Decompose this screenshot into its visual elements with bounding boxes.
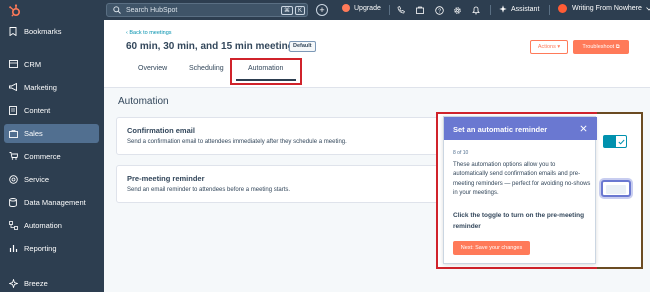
top-navigation-bar: Search HubSpot ⌘ K + Upgrade ? Assistant… (104, 0, 650, 20)
card-title: Pre-meeting reminder (127, 174, 205, 183)
check-icon (616, 136, 626, 147)
sidebar-item-crm[interactable]: CRM (4, 55, 99, 73)
account-name: Writing From Nowhere (572, 5, 642, 12)
sidebar-item-label: Data Management (24, 197, 86, 207)
notifications-bell-icon[interactable] (471, 5, 481, 15)
topbar-divider (490, 5, 491, 15)
card-description: Send a confirmation email to attendees i… (127, 139, 347, 145)
pre-meeting-reminder-card: Pre-meeting reminder Send an email remin… (116, 165, 440, 203)
sidebar-item-content[interactable]: Content (4, 101, 99, 119)
bookmark-icon (8, 26, 18, 36)
sidebar-item-bookmarks[interactable]: Bookmarks (4, 22, 99, 40)
toggle-fill (604, 136, 616, 147)
sidebar-item-label: Automation (24, 220, 62, 230)
svg-text:?: ? (437, 8, 440, 14)
sidebar-item-label: Marketing (24, 82, 57, 92)
topbar-divider (549, 5, 550, 15)
sidebar-item-service[interactable]: Service (4, 170, 99, 188)
search-input[interactable]: Search HubSpot ⌘ K (106, 3, 308, 17)
breeze-icon (8, 278, 18, 288)
sidebar-item-label: CRM (24, 59, 42, 69)
sparkle-icon (499, 5, 507, 13)
popover-header: Set an automatic reminder (444, 117, 597, 140)
crm-icon (8, 59, 18, 69)
sidebar-item-commerce[interactable]: Commerce (4, 147, 99, 165)
left-sidebar: Bookmarks CRM Marketing Content Sales Co… (0, 0, 104, 292)
automation-icon (8, 220, 18, 230)
hubspot-logo-icon[interactable] (8, 4, 22, 18)
create-new-button[interactable]: + (316, 4, 328, 16)
search-placeholder: Search HubSpot (126, 6, 178, 14)
onboarding-popover: Set an automatic reminder 8 of 10 These … (443, 116, 597, 264)
back-to-meetings-link[interactable]: ‹ Back to meetings (126, 30, 172, 36)
upgrade-button[interactable]: Upgrade (342, 4, 381, 12)
sidebar-item-reporting[interactable]: Reporting (4, 239, 99, 257)
popover-body: These automation options allow you to au… (453, 162, 591, 197)
popover-instruction: Click the toggle to turn on the pre-meet… (453, 212, 585, 230)
card-description: Send an email reminder to attendees befo… (127, 187, 291, 193)
toggle-track (606, 185, 626, 194)
marketing-icon (8, 82, 18, 92)
default-badge: Default (289, 41, 316, 52)
marketplace-icon[interactable] (415, 5, 425, 15)
assistant-label: Assistant (511, 5, 540, 13)
sidebar-item-label: Service (24, 174, 50, 184)
close-icon[interactable] (579, 124, 587, 132)
content-icon (8, 105, 18, 115)
card-title: Confirmation email (127, 126, 195, 135)
sidebar-item-marketing[interactable]: Marketing (4, 78, 99, 96)
reporting-icon (8, 243, 18, 253)
shortcut-key: K (294, 5, 305, 15)
sidebar-item-automation[interactable]: Automation (4, 216, 99, 234)
account-menu[interactable]: Writing From Nowhere (558, 4, 650, 13)
commerce-icon (8, 151, 18, 161)
sidebar-item-label: Content (24, 105, 51, 115)
assistant-button[interactable]: Assistant (499, 5, 539, 13)
confirmation-email-toggle[interactable] (603, 135, 627, 148)
sidebar-item-label: Reporting (24, 243, 57, 253)
help-icon[interactable]: ? (434, 5, 444, 15)
search-icon (113, 6, 121, 14)
tab-scheduling[interactable]: Scheduling (189, 65, 224, 72)
page-title: 60 min, 30 min, and 15 min meeting (126, 41, 294, 52)
tab-overview[interactable]: Overview (138, 65, 167, 72)
pre-meeting-reminder-toggle[interactable] (601, 180, 631, 197)
troubleshoot-button[interactable]: Troubleshoot ⧉ (573, 40, 629, 54)
shortcut-key: ⌘ (280, 5, 293, 15)
popover-step-counter: 8 of 10 (453, 150, 469, 156)
popover-title: Set an automatic reminder (453, 125, 548, 134)
avatar (558, 4, 567, 13)
upgrade-label: Upgrade (354, 4, 381, 12)
service-icon (8, 174, 18, 184)
sidebar-item-sales[interactable]: Sales (4, 124, 99, 143)
sidebar-item-label: Breeze (24, 278, 48, 288)
actions-dropdown-button[interactable]: Actions ▾ (530, 40, 568, 54)
chevron-down-icon (646, 6, 650, 11)
phone-icon[interactable] (396, 5, 406, 15)
database-icon (8, 197, 18, 207)
tab-highlight-box (230, 58, 302, 85)
settings-gear-icon[interactable] (452, 5, 462, 15)
next-save-changes-button[interactable]: Next: Save your changes (453, 241, 530, 255)
sidebar-item-label: Sales (24, 129, 43, 138)
topbar-divider (389, 5, 390, 15)
section-title: Automation (118, 96, 169, 107)
confirmation-email-card: Confirmation email Send a confirmation e… (116, 117, 440, 155)
sidebar-item-data-management[interactable]: Data Management (4, 193, 99, 211)
sidebar-item-label: Commerce (24, 151, 61, 161)
sales-icon (8, 129, 18, 139)
sidebar-item-breeze[interactable]: Breeze (4, 274, 99, 292)
sidebar-item-label: Bookmarks (24, 26, 62, 36)
upgrade-icon (342, 4, 350, 12)
